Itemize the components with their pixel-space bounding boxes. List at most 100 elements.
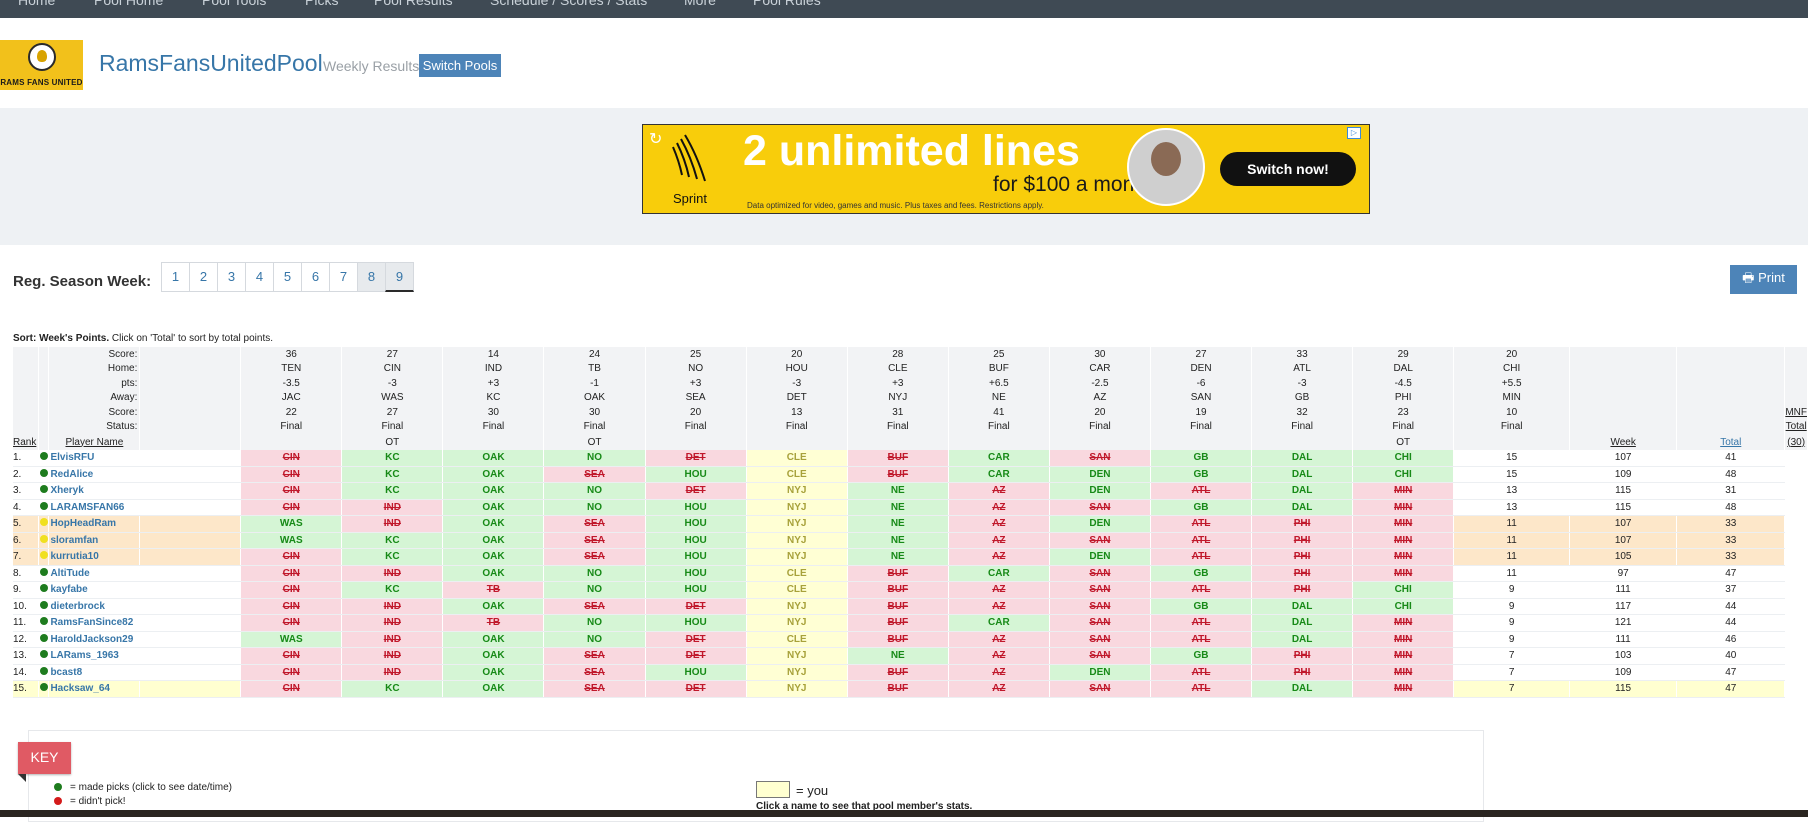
pick-status-dot[interactable] <box>38 680 50 698</box>
game-home: TEN <box>240 361 343 376</box>
week-points: 9 <box>1453 598 1571 615</box>
pick-status-dot[interactable] <box>38 581 50 599</box>
week-page-8[interactable]: 8 <box>357 262 386 292</box>
pick-status-dot[interactable] <box>38 466 50 483</box>
week-page-7[interactable]: 7 <box>329 262 358 292</box>
status-dot-icon <box>39 485 48 494</box>
pick-cell: DET <box>645 450 747 467</box>
game-pts: -3 <box>746 376 848 391</box>
week-page-5[interactable]: 5 <box>273 262 302 292</box>
player-name[interactable]: sloramfan <box>48 532 141 549</box>
player-name[interactable]: AltiTude <box>48 565 141 582</box>
pick-cell: CAR <box>948 466 1050 483</box>
player-name[interactable]: ElvisRFU <box>48 450 141 467</box>
table-row: 10. dieterbrock CIN IND OAK SEA DET NYJ BUF AZ SAN… <box>13 598 1808 615</box>
mnf-total: 47 <box>1676 680 1786 698</box>
week-points: 11 <box>1453 532 1571 549</box>
pick-cell <box>139 598 242 615</box>
pick-status-dot[interactable] <box>38 598 50 615</box>
pick-status-dot[interactable] <box>38 482 50 500</box>
pick-cell: OAK <box>442 532 545 549</box>
page-title[interactable]: RamsFansUnitedPool <box>99 50 323 77</box>
ad-cta-button[interactable]: Switch now! <box>1220 152 1356 186</box>
week-page-3[interactable]: 3 <box>217 262 246 292</box>
pick-status-dot[interactable] <box>38 548 50 566</box>
pick-status-dot[interactable] <box>38 565 50 582</box>
player-name[interactable]: bcast8 <box>48 664 141 681</box>
nav-item[interactable]: More <box>684 0 716 8</box>
pool-logo[interactable]: RAMS FANS UNITED <box>0 40 83 90</box>
player-name[interactable]: RamsFanSince82 <box>48 614 141 632</box>
pick-cell: HOU <box>645 532 747 549</box>
pick-cell: HOU <box>645 581 747 599</box>
pick-status-dot[interactable] <box>38 499 50 516</box>
total-header[interactable]: Total <box>1676 434 1786 450</box>
game-ot <box>1150 434 1253 450</box>
table-row: 9. kayfabe CIN KC TB NO HOU CLE BUF AZ SAN ATL PHI CH… <box>13 581 1808 599</box>
pick-cell: NO <box>543 499 646 516</box>
game-status: Final <box>1150 419 1253 434</box>
nav-item[interactable]: Schedule / Scores / Stats <box>490 0 647 8</box>
game-score2: 30 <box>543 405 646 420</box>
pick-cell: AZ <box>948 515 1050 533</box>
pick-status-dot[interactable] <box>38 450 50 467</box>
week-header[interactable]: Week <box>1569 434 1678 450</box>
nav-item[interactable]: Pool Tools <box>202 0 266 8</box>
advertisement-banner[interactable]: ↻ Sprint 2 unlimited lines for $100 a mo… <box>642 124 1370 214</box>
week-page-6[interactable]: 6 <box>301 262 330 292</box>
player-name[interactable]: kurrutia10 <box>48 548 141 566</box>
player-name[interactable]: HopHeadRam <box>48 515 141 533</box>
nav-item[interactable]: Pool Home <box>94 0 163 8</box>
player-name[interactable]: Hacksaw_64 <box>48 680 141 698</box>
week-page-2[interactable]: 2 <box>189 262 218 292</box>
pick-cell <box>139 664 242 681</box>
pick-cell: MIN <box>1352 515 1455 533</box>
header-spacer <box>13 361 40 376</box>
pick-status-dot[interactable] <box>38 647 50 665</box>
pick-status-dot[interactable] <box>38 532 50 549</box>
pick-status-dot[interactable] <box>38 631 50 648</box>
player-name[interactable]: kayfabe <box>48 581 141 599</box>
week-page-9[interactable]: 9 <box>385 262 414 292</box>
switch-pools-button[interactable]: Switch Pools <box>419 54 501 77</box>
adchoices-icon[interactable]: ▷ <box>1347 127 1361 139</box>
player-name[interactable]: Xheryk <box>48 482 141 500</box>
rank-header[interactable]: Rank <box>13 434 40 450</box>
nav-item[interactable]: Pool Results <box>374 0 453 8</box>
pick-cell: SEA <box>543 548 646 566</box>
game-home: NO <box>645 361 747 376</box>
player-name[interactable]: dieterbrock <box>48 598 141 615</box>
pick-cell: HOU <box>645 614 747 632</box>
week-page-1[interactable]: 1 <box>161 262 190 292</box>
week-page-4[interactable]: 4 <box>245 262 274 292</box>
pick-cell: CIN <box>240 598 343 615</box>
pick-cell: CHI <box>1352 581 1455 599</box>
player-name[interactable]: LARAMSFAN66 <box>48 499 141 516</box>
pick-status-dot[interactable] <box>38 515 50 533</box>
player-name[interactable]: HaroldJackson29 <box>48 631 141 648</box>
you-label: = you <box>796 783 829 798</box>
nav-item[interactable]: Home <box>18 0 55 8</box>
pick-cell: DET <box>645 482 747 500</box>
player-name[interactable]: LARams_1963 <box>48 647 141 665</box>
table-row: 15. Hacksaw_64 CIN KC OAK SEA DET NYJ BUF AZ SAN AT… <box>13 680 1808 698</box>
mnf-header[interactable]: (30) <box>1784 434 1808 450</box>
pick-cell: CAR <box>948 565 1050 582</box>
game-ot <box>240 434 343 450</box>
pick-status-dot[interactable] <box>38 664 50 681</box>
pick-cell: IND <box>341 565 444 582</box>
header-cell <box>139 390 242 405</box>
pick-cell: SEA <box>543 598 646 615</box>
printer-icon: 🖶 <box>1742 269 1755 285</box>
player-name[interactable]: RedAlice <box>48 466 141 483</box>
game-score: 20 <box>746 347 848 362</box>
nav-item[interactable]: Picks <box>305 0 338 8</box>
total-points: 111 <box>1569 631 1678 648</box>
nav-item[interactable]: Pool Rules <box>753 0 821 8</box>
game-score2: 41 <box>948 405 1050 420</box>
top-navigation: Home Pool Home Pool Tools Picks Pool Results… <box>0 0 1808 18</box>
pick-cell: SEA <box>543 647 646 665</box>
print-button[interactable]: 🖶 Print <box>1730 265 1797 294</box>
pick-status-dot[interactable] <box>38 614 50 632</box>
player-name-header[interactable]: Player Name <box>48 434 141 450</box>
